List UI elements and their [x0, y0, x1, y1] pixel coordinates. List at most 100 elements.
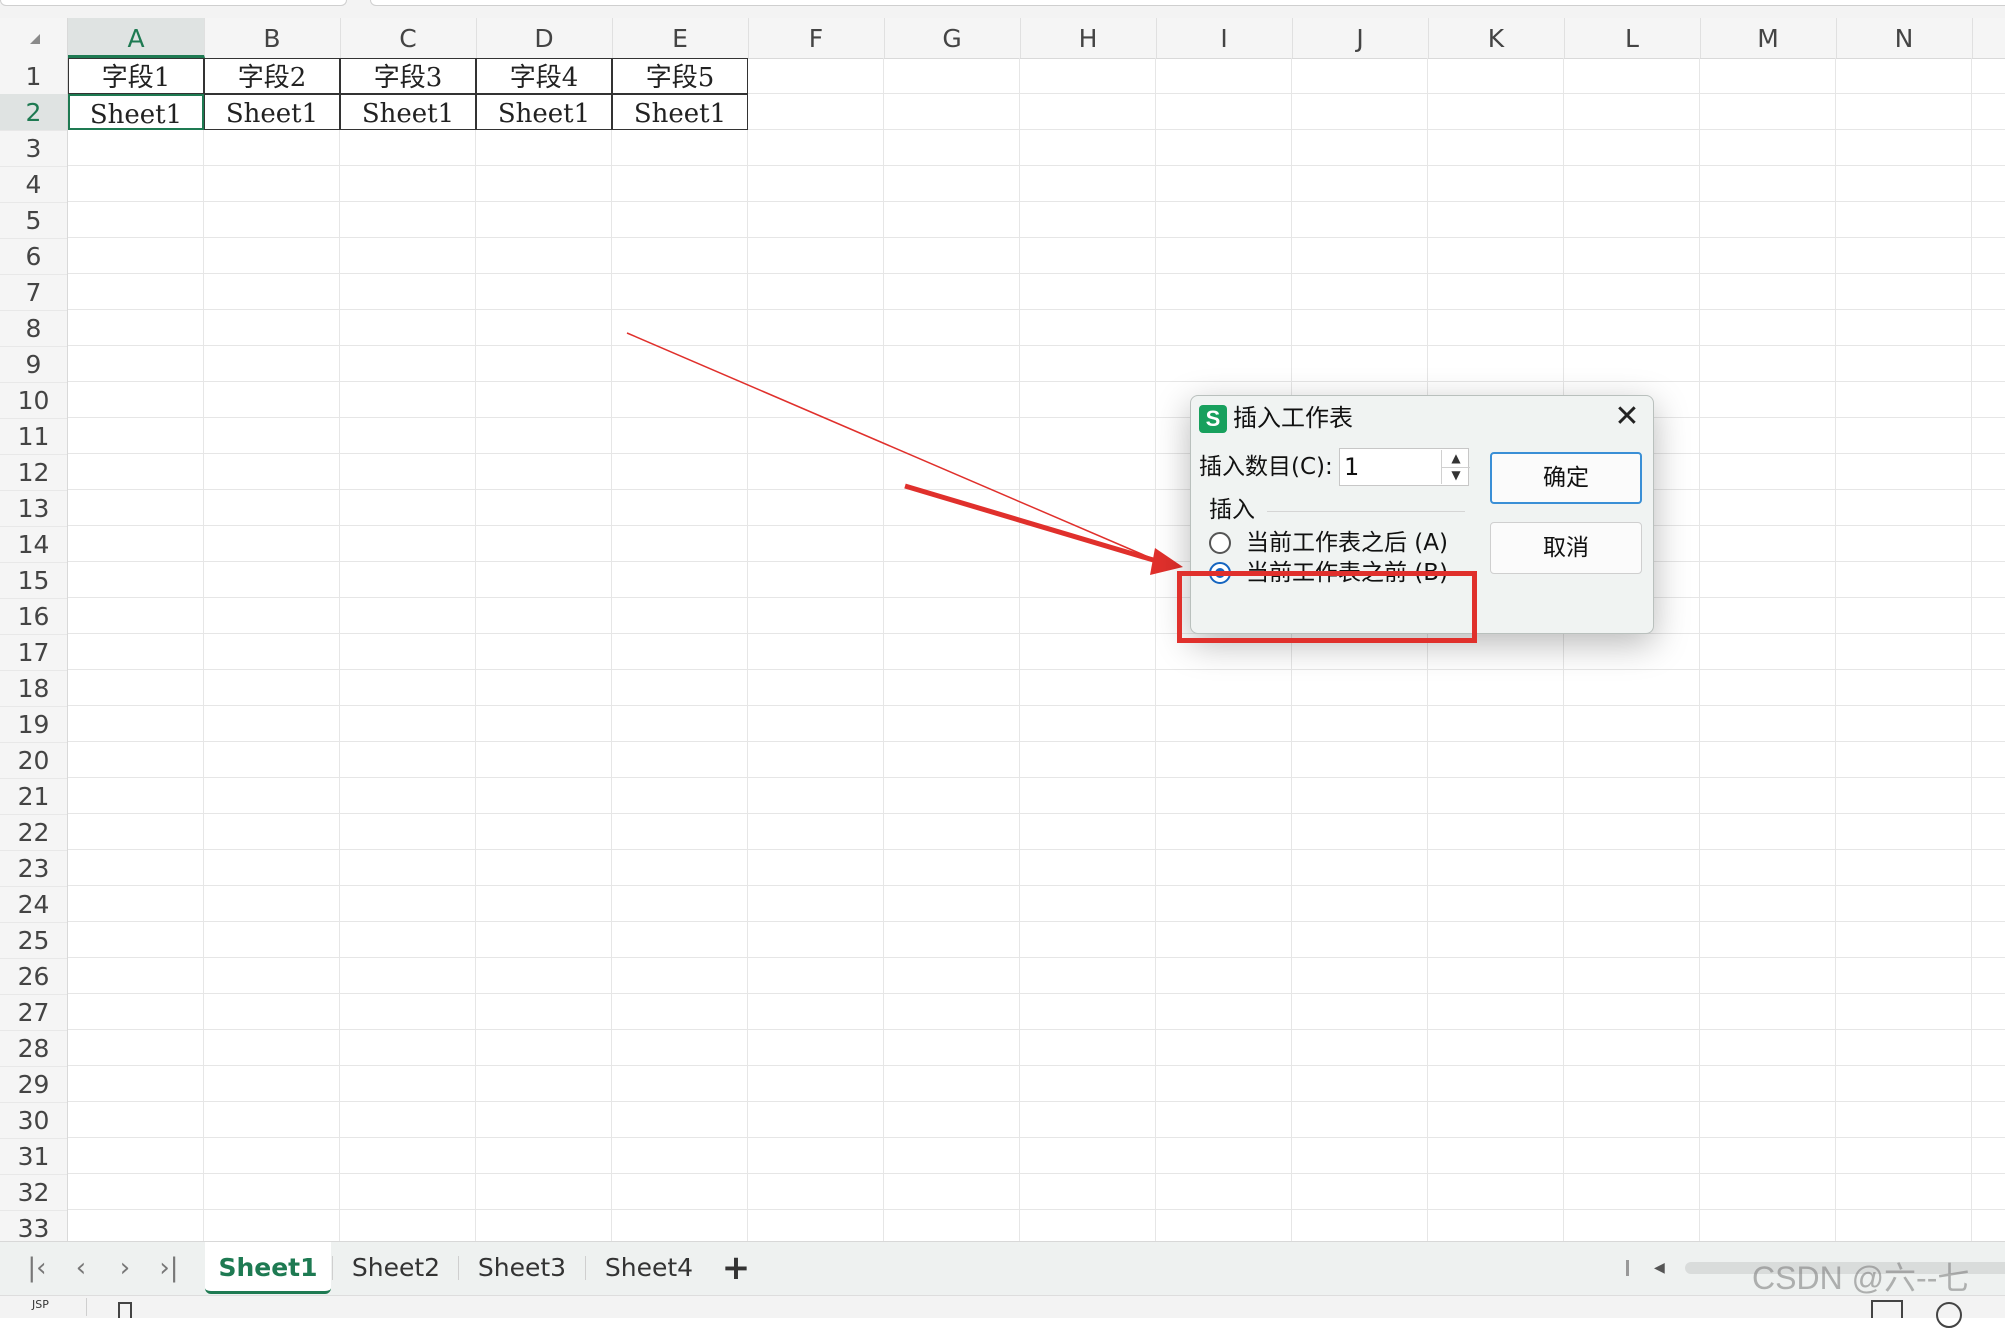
cell-e2[interactable]: Sheet1 [612, 94, 748, 130]
row-header-6[interactable]: 6 [0, 238, 67, 275]
row-header-2[interactable]: 2 [0, 94, 67, 131]
tab-separator [458, 1256, 459, 1280]
next-sheet-icon[interactable]: › [110, 1252, 140, 1284]
row-header-14[interactable]: 14 [0, 526, 67, 563]
formula-input[interactable] [370, 0, 2005, 6]
document-icon[interactable] [118, 1302, 132, 1318]
row-header-25[interactable]: 25 [0, 922, 67, 959]
worksheet-grid[interactable]: 字段1 字段2 字段3 字段4 字段5 Sheet1 Sheet1 Sheet1 Sheet1 S… [68, 58, 2005, 1241]
sheet-tab-bar: |‹ ‹ › ›| Sheet1 Sheet2 Sheet3 Sheet4 + ◀ [0, 1241, 2005, 1296]
option-after-label: 当前工作表之后 (A) [1246, 530, 1448, 556]
insert-count-label: 插入数目(C): [1199, 454, 1333, 480]
column-header-i[interactable]: I [1156, 18, 1293, 58]
row-header-22[interactable]: 22 [0, 814, 67, 851]
row-header-20[interactable]: 20 [0, 742, 67, 779]
column-header-f[interactable]: F [748, 18, 885, 58]
row-header-16[interactable]: 16 [0, 598, 67, 635]
cell-d1[interactable]: 字段4 [476, 58, 612, 94]
spin-down-icon[interactable]: ▼ [1442, 467, 1470, 484]
row-header-24[interactable]: 24 [0, 886, 67, 923]
row-header-31[interactable]: 31 [0, 1138, 67, 1175]
row-header-17[interactable]: 17 [0, 634, 67, 671]
status-bar: JSP [0, 1295, 2005, 1328]
zoom-icon[interactable] [1936, 1302, 1962, 1328]
row-header-19[interactable]: 19 [0, 706, 67, 743]
row-header-5[interactable]: 5 [0, 202, 67, 239]
highlight-box [1177, 571, 1477, 643]
normal-view-icon[interactable] [1871, 1300, 1903, 1318]
row-header-28[interactable]: 28 [0, 1030, 67, 1067]
close-icon[interactable]: ✕ [1613, 402, 1641, 432]
row-header-27[interactable]: 27 [0, 994, 67, 1031]
cell-e1[interactable]: 字段5 [612, 58, 748, 94]
select-all-corner[interactable] [0, 18, 68, 58]
ok-button[interactable]: 确定 [1490, 452, 1642, 504]
column-header-c[interactable]: C [340, 18, 477, 58]
row-header-23[interactable]: 23 [0, 850, 67, 887]
cancel-button[interactable]: 取消 [1490, 522, 1642, 574]
row-header-29[interactable]: 29 [0, 1066, 67, 1103]
column-header-l[interactable]: L [1564, 18, 1701, 58]
select-all-triangle-icon [30, 34, 40, 44]
status-divider [86, 1298, 87, 1316]
row-header-4[interactable]: 4 [0, 166, 67, 203]
column-header-a[interactable]: A [68, 18, 205, 58]
sheet-tab-sheet4[interactable]: Sheet4 [589, 1242, 709, 1294]
column-header-m[interactable]: M [1700, 18, 1837, 58]
column-header-d[interactable]: D [476, 18, 613, 58]
watermark: CSDN @六--七 [1752, 1260, 1970, 1296]
group-divider [1267, 511, 1465, 512]
row-header-15[interactable]: 15 [0, 562, 67, 599]
name-box[interactable] [0, 0, 347, 6]
row-header-18[interactable]: 18 [0, 670, 67, 707]
cell-d2[interactable]: Sheet1 [476, 94, 612, 130]
cell-b2[interactable]: Sheet1 [204, 94, 340, 130]
column-header-k[interactable]: K [1428, 18, 1565, 58]
add-sheet-icon[interactable]: + [721, 1250, 751, 1286]
sheet-tab-sheet2[interactable]: Sheet2 [336, 1242, 456, 1294]
cell-b1[interactable]: 字段2 [204, 58, 340, 94]
cell-c2[interactable]: Sheet1 [340, 94, 476, 130]
row-header-30[interactable]: 30 [0, 1102, 67, 1139]
column-headers: ABCDEFGHIJKLMN [0, 18, 2005, 59]
tab-separator [332, 1256, 333, 1280]
dialog-title: 插入工作表 [1233, 404, 1353, 432]
column-header-n[interactable]: N [1836, 18, 1973, 58]
scroll-split-handle[interactable] [1626, 1260, 1629, 1276]
sheet-tab-sheet1[interactable]: Sheet1 [205, 1242, 331, 1294]
first-sheet-icon[interactable]: |‹ [22, 1252, 52, 1284]
radio-after[interactable] [1209, 532, 1231, 554]
cell-a1[interactable]: 字段1 [68, 58, 204, 94]
cell-a2[interactable]: Sheet1 [68, 94, 204, 130]
row-header-12[interactable]: 12 [0, 454, 67, 491]
row-header-21[interactable]: 21 [0, 778, 67, 815]
insert-position-group-label: 插入 [1209, 497, 1255, 523]
column-header-h[interactable]: H [1020, 18, 1157, 58]
scroll-left-icon[interactable]: ◀ [1654, 1252, 1665, 1284]
formula-bar-strip [0, 0, 2005, 18]
row-header-1[interactable]: 1 [0, 58, 67, 95]
insert-count-stepper[interactable]: ▲ ▼ [1441, 450, 1470, 484]
row-headers: 1 2 3 4 5 6 7 8 9 10 11 12 13 14 15 16 17 18 19 20 21 22 23 24 2… [0, 58, 68, 1247]
dialog-title-bar: S 插入工作表 ✕ [1191, 396, 1653, 440]
column-header-j[interactable]: J [1292, 18, 1429, 58]
row-header-26[interactable]: 26 [0, 958, 67, 995]
row-header-32[interactable]: 32 [0, 1174, 67, 1211]
row-header-9[interactable]: 9 [0, 346, 67, 383]
sheet-tab-sheet3[interactable]: Sheet3 [462, 1242, 582, 1294]
spin-up-icon[interactable]: ▲ [1442, 450, 1470, 468]
row-header-3[interactable]: 3 [0, 130, 67, 167]
app-s-icon: S [1199, 405, 1227, 433]
prev-sheet-icon[interactable]: ‹ [66, 1252, 96, 1284]
row-header-7[interactable]: 7 [0, 274, 67, 311]
row-header-11[interactable]: 11 [0, 418, 67, 455]
last-sheet-icon[interactable]: ›| [154, 1252, 184, 1284]
row-header-8[interactable]: 8 [0, 310, 67, 347]
row-header-13[interactable]: 13 [0, 490, 67, 527]
ime-indicator[interactable]: JSP [32, 1298, 49, 1311]
row-header-10[interactable]: 10 [0, 382, 67, 419]
column-header-g[interactable]: G [884, 18, 1021, 58]
cell-c1[interactable]: 字段3 [340, 58, 476, 94]
column-header-e[interactable]: E [612, 18, 749, 58]
column-header-b[interactable]: B [204, 18, 341, 58]
